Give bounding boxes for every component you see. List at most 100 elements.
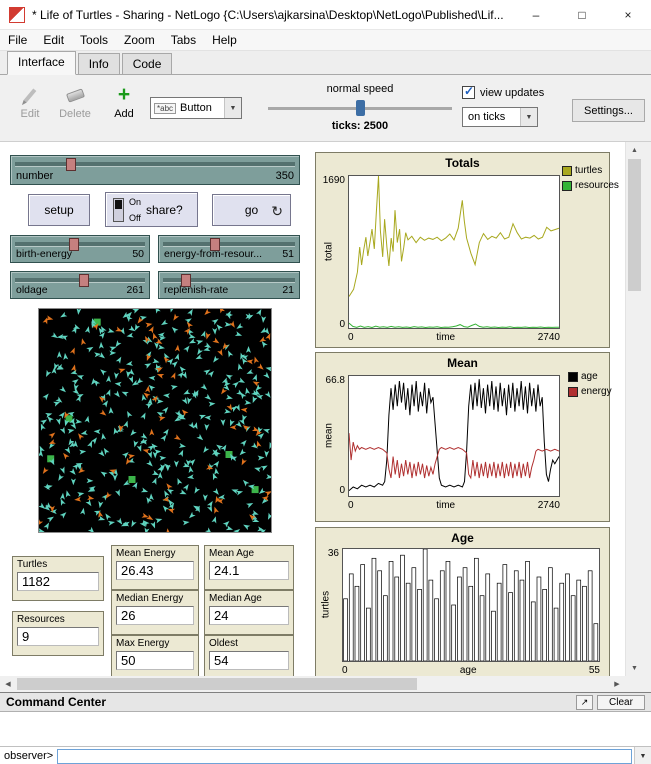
edit-widget-button[interactable]: Edit: [12, 84, 48, 120]
histogram-bar: [389, 561, 393, 661]
turtle: [87, 478, 94, 483]
slider-handle[interactable]: [66, 158, 76, 171]
turtle: [217, 309, 225, 313]
speed-slider-thumb[interactable]: [356, 100, 365, 116]
horizontal-scrollbar[interactable]: ◀ ▶: [0, 676, 625, 692]
y-axis-label: turtles: [321, 575, 332, 635]
histogram-bar: [418, 589, 422, 661]
switch-knob[interactable]: [115, 200, 122, 209]
switch-track[interactable]: [113, 198, 124, 222]
view-updates-checkbox[interactable]: ✓ view updates: [462, 86, 544, 99]
tab-info[interactable]: Info: [78, 53, 120, 74]
turtle: [150, 521, 157, 529]
slider-number[interactable]: number 350: [10, 155, 300, 185]
turtle: [217, 349, 225, 357]
turtle: [44, 521, 52, 529]
menu-item-tools[interactable]: Tools: [72, 30, 116, 50]
checkbox-box[interactable]: ✓: [462, 86, 475, 99]
legend-item-resources: resources: [562, 180, 619, 191]
share-switch[interactable]: On Off share?: [105, 192, 198, 227]
turtle: [70, 370, 78, 376]
turtle: [97, 501, 103, 509]
turtle: [112, 427, 118, 435]
monitor-max-energy: Max Energy 50: [111, 635, 199, 676]
turtle: [168, 309, 175, 313]
turtle: [162, 405, 170, 413]
update-mode-dropdown[interactable]: on ticks ▼: [462, 107, 538, 127]
turtle: [107, 328, 115, 335]
turtle: [114, 381, 121, 387]
agent-type-dropdown[interactable]: ▼: [634, 747, 651, 764]
scroll-up-arrow[interactable]: ▲: [626, 142, 643, 158]
detach-icon[interactable]: ↗: [576, 695, 593, 710]
turtle: [71, 478, 76, 485]
slider-birth-energy[interactable]: birth-energy 50: [10, 235, 150, 263]
chevron-down-icon[interactable]: ▼: [224, 98, 241, 118]
histogram-bar: [463, 568, 467, 661]
delete-widget-button[interactable]: Delete: [54, 84, 96, 120]
speed-slider[interactable]: [268, 100, 452, 116]
scroll-down-arrow[interactable]: ▼: [626, 660, 643, 676]
tab-code[interactable]: Code: [122, 53, 173, 74]
turtle: [179, 489, 187, 496]
scroll-right-arrow[interactable]: ▶: [609, 676, 625, 692]
turtle: [230, 425, 237, 430]
turtle: [263, 372, 271, 380]
maximize-button[interactable]: □: [559, 0, 605, 30]
turtle: [201, 446, 209, 454]
horizontal-scrollbar-thumb[interactable]: [17, 678, 417, 690]
setup-button[interactable]: setup: [28, 194, 90, 226]
x-axis-label: time: [436, 500, 455, 511]
turtle: [158, 472, 163, 479]
scroll-left-arrow[interactable]: ◀: [0, 676, 16, 692]
turtle: [152, 477, 159, 485]
menu-item-zoom[interactable]: Zoom: [116, 30, 163, 50]
plot-title: Age: [316, 531, 609, 545]
turtle: [224, 322, 231, 328]
minimize-button[interactable]: –: [513, 0, 559, 30]
turtle: [87, 495, 95, 501]
slider-handle[interactable]: [79, 274, 89, 287]
turtle: [182, 520, 189, 526]
turtle: [256, 309, 264, 316]
plot-series-energy: [349, 433, 559, 478]
turtle: [39, 423, 46, 431]
command-center-title: Command Center: [6, 695, 576, 709]
tab-interface[interactable]: Interface: [7, 51, 76, 75]
turtle: [42, 392, 50, 400]
histogram-bar: [520, 580, 524, 661]
turtle: [76, 309, 82, 315]
turtle: [140, 433, 148, 441]
menu-item-tabs[interactable]: Tabs: [163, 30, 204, 50]
close-button[interactable]: ×: [605, 0, 651, 30]
vertical-scrollbar-thumb[interactable]: [628, 159, 641, 291]
slider-energy-from-resource[interactable]: energy-from-resour... 51: [158, 235, 300, 263]
turtle: [174, 461, 179, 468]
turtle: [246, 346, 251, 353]
menu-item-help[interactable]: Help: [204, 30, 245, 50]
slider-oldage[interactable]: oldage 261: [10, 271, 150, 299]
turtle: [149, 493, 154, 500]
turtle: [100, 433, 106, 440]
turtle: [102, 399, 110, 407]
menu-item-edit[interactable]: Edit: [35, 30, 72, 50]
turtle: [77, 491, 85, 497]
title-bar: * Life of Turtles - Sharing - NetLogo {C…: [0, 0, 651, 30]
command-input[interactable]: [57, 749, 632, 764]
histogram-bar: [452, 605, 456, 661]
vertical-scrollbar[interactable]: ▲ ▼: [625, 142, 642, 676]
slider-replenish-rate[interactable]: replenish-rate 21: [158, 271, 300, 299]
menu-item-file[interactable]: File: [0, 30, 35, 50]
widget-type-dropdown[interactable]: *abc Button ▼: [150, 97, 242, 119]
settings-button[interactable]: Settings...: [572, 99, 645, 122]
histogram-bar: [571, 596, 575, 661]
turtle: [232, 380, 240, 388]
go-button[interactable]: go ↻: [212, 194, 291, 226]
clear-button[interactable]: Clear: [597, 695, 645, 710]
chevron-down-icon[interactable]: ▼: [520, 108, 537, 126]
turtle: [211, 472, 218, 480]
turtle: [109, 350, 116, 355]
scrollbar-corner: [625, 676, 642, 692]
plot-canvas: [342, 548, 600, 662]
add-widget-button[interactable]: + Add: [106, 84, 142, 120]
